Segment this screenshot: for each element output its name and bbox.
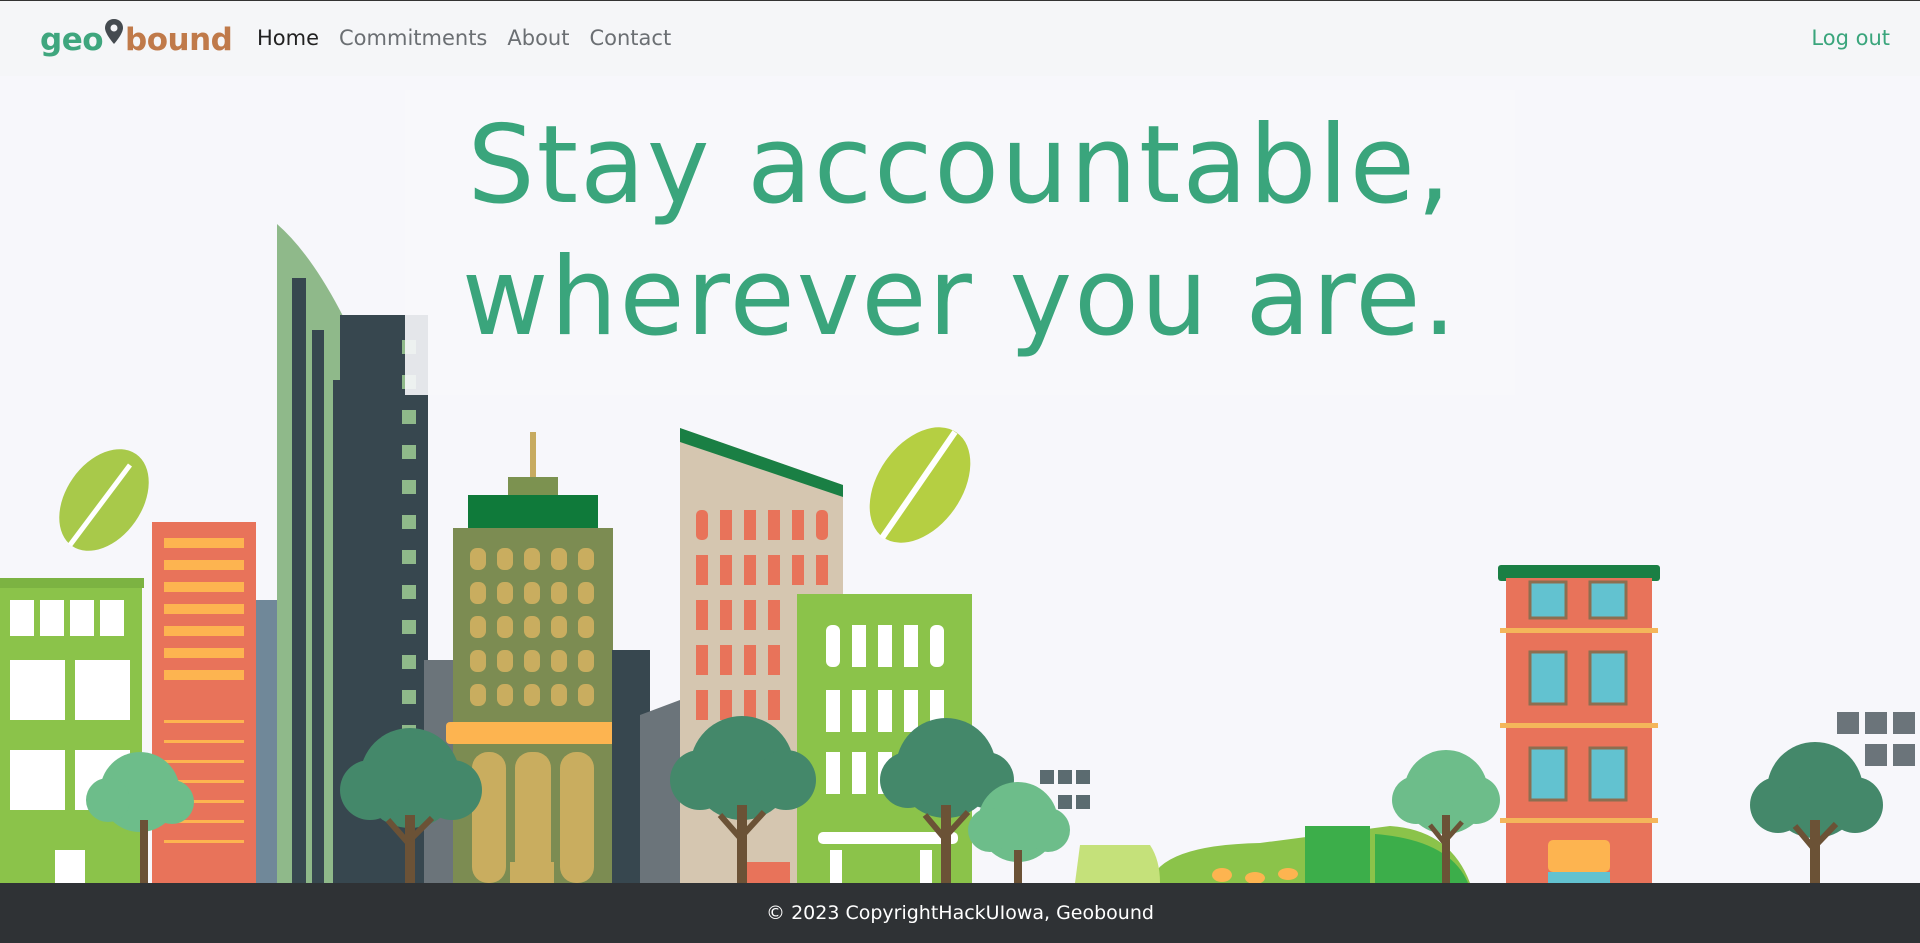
location-pin-icon <box>105 19 124 44</box>
logo-text-geo: geo <box>40 22 104 58</box>
hero-heading: Stay accountable, wherever you are. <box>405 100 1515 364</box>
nav-about[interactable]: About <box>507 26 569 50</box>
footer-copyright: © 2023 CopyrightHackUIowa, Geobound <box>766 902 1154 924</box>
nav-contact[interactable]: Contact <box>589 26 671 50</box>
logout-link[interactable]: Log out <box>1811 26 1890 50</box>
footer: © 2023 CopyrightHackUIowa, Geobound <box>0 883 1920 943</box>
building-slim-grey <box>256 600 278 883</box>
logo-text-bound: bound <box>125 22 233 58</box>
hero-banner: Stay accountable, wherever you are. <box>405 90 1515 395</box>
nav-commitments[interactable]: Commitments <box>339 26 487 50</box>
hero-line-2: wherever you are. <box>461 235 1459 360</box>
tree-7 <box>1750 742 1883 883</box>
building-left-green <box>0 578 144 883</box>
building-red-right <box>1498 565 1660 883</box>
leaf-center-decoration <box>869 427 971 543</box>
nav-home[interactable]: Home <box>257 26 319 50</box>
main-nav: Home Commitments About Contact <box>257 26 671 50</box>
building-orange-stripes <box>152 522 256 883</box>
geobound-logo[interactable]: geo bound <box>40 19 233 60</box>
hero-line-1: Stay accountable, <box>467 103 1453 228</box>
leaf-left-decoration <box>59 449 149 551</box>
top-navbar: geo bound Home Commitments About Contact… <box>0 0 1920 76</box>
